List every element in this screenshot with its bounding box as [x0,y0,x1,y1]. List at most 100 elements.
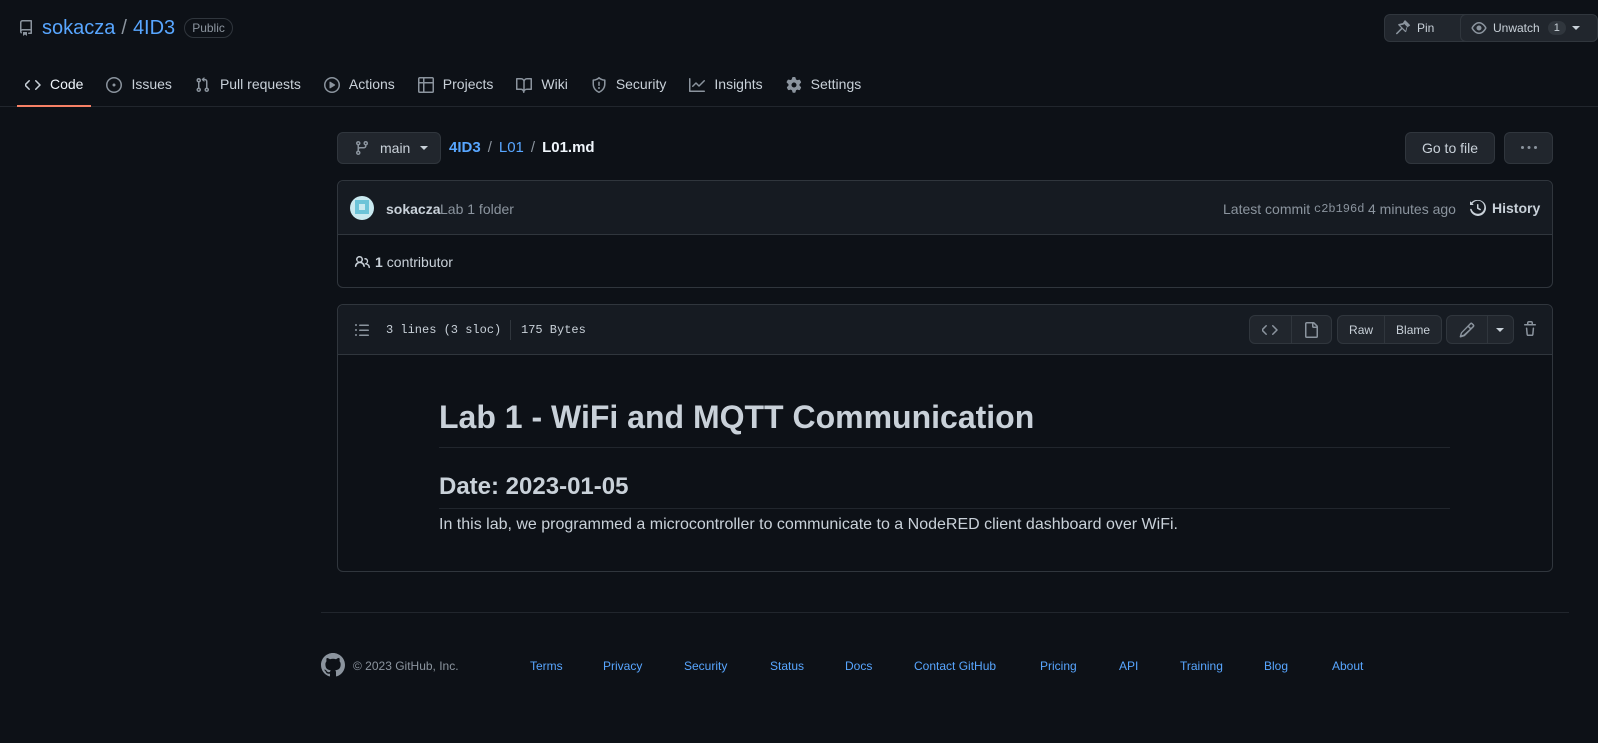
visibility-badge: Public [184,18,233,38]
commit-header: sokacza Lab 1 folder Latest commit c2b19… [338,181,1552,235]
more-options-button[interactable] [1504,132,1553,164]
footer-divider [321,612,1569,613]
tab-issues-label: Issues [131,76,172,92]
markdown-heading-1: Lab 1 - WiFi and MQTT Communication [439,397,1450,448]
file-size: 175 Bytes [521,323,586,337]
play-icon [323,76,349,93]
tab-security[interactable]: Security [583,68,675,107]
breadcrumb: 4ID3 / L01 / L01.md [449,139,595,156]
tab-projects-label: Projects [442,76,494,92]
breadcrumb-file: L01.md [542,139,595,156]
edit-button[interactable] [1447,316,1487,343]
chevron-down-icon [1496,327,1505,332]
repo-name-link[interactable]: 4ID3 [133,17,175,40]
people-icon [354,254,375,270]
list-unordered-icon[interactable] [354,322,370,338]
contributors-count: 1 [375,254,383,270]
breadcrumb-root[interactable]: 4ID3 [449,139,481,156]
shield-icon [591,76,616,93]
history-link[interactable]: History [1470,200,1540,216]
contributors-label: contributor [386,254,453,270]
go-to-file-button[interactable]: Go to file [1405,132,1495,164]
repo-nav: Code Issues Pull requests Actions Projec… [17,68,876,107]
preview-button[interactable] [1290,316,1332,343]
latest-commit-label: Latest commit [1223,201,1311,217]
footer-link-api[interactable]: API [1119,659,1138,673]
commit-sha[interactable]: c2b196d [1314,202,1364,216]
footer-link-docs[interactable]: Docs [845,659,872,673]
tab-actions-label: Actions [348,76,395,92]
code-view-button[interactable] [1250,316,1291,343]
divider [510,320,511,340]
graph-icon [689,76,714,93]
footer-link-about[interactable]: About [1332,659,1363,673]
kebab-horizontal-icon [1520,140,1537,156]
blame-button[interactable]: Blame [1384,316,1441,343]
pin-label: Pin [1417,21,1435,35]
file-lines: 3 lines (3 sloc) [386,323,502,337]
tab-actions[interactable]: Actions [316,68,403,107]
footer-link-terms[interactable]: Terms [530,659,563,673]
tab-code-label: Code [50,76,84,92]
tab-pull-requests-label: Pull requests [219,76,301,92]
file-header: 3 lines (3 sloc) 175 Bytes Raw Blame [338,305,1552,355]
footer-link-status[interactable]: Status [770,659,804,673]
footer-link-blog[interactable]: Blog [1264,659,1288,673]
trash-icon[interactable] [1522,321,1538,337]
tab-settings-label: Settings [810,76,862,92]
markdown-body: Lab 1 - WiFi and MQTT Communication Date… [439,397,1450,536]
commit-time: 4 minutes ago [1368,201,1456,217]
history-label: History [1492,200,1541,216]
file-icon [1305,321,1319,338]
unwatch-label: Unwatch [1493,21,1540,35]
history-icon [1470,200,1492,216]
branch-selector[interactable]: main [337,132,441,164]
markdown-paragraph: In this lab, we programmed a microcontro… [439,516,1178,533]
branch-name: main [380,140,411,156]
file-box: 3 lines (3 sloc) 175 Bytes Raw Blame Lab… [337,304,1553,572]
unwatch-button[interactable]: Unwatch 1 [1460,14,1598,42]
footer-link-contact[interactable]: Contact GitHub [914,659,996,673]
code-icon [1262,324,1278,335]
raw-button[interactable]: Raw [1338,316,1384,343]
chevron-down-icon [1571,26,1580,30]
footer-link-security[interactable]: Security [684,659,727,673]
breadcrumb-folder[interactable]: L01 [499,139,524,156]
code-icon [25,76,50,93]
footer-copyright: © 2023 GitHub, Inc. [353,659,459,673]
tab-pull-requests[interactable]: Pull requests [187,68,309,107]
repo-slash: / [121,16,127,39]
contributors[interactable]: 1 contributor [354,254,453,270]
pull-request-icon [195,76,220,93]
book-icon [516,76,541,93]
footer-link-training[interactable]: Training [1180,659,1223,673]
breadcrumb-separator: / [530,139,536,156]
pencil-icon [1459,322,1475,337]
latest-commit-box: sokacza Lab 1 folder Latest commit c2b19… [337,180,1553,288]
repo-owner-link[interactable]: sokacza [42,17,115,40]
commit-author[interactable]: sokacza [386,201,440,217]
view-toggle [1249,315,1332,344]
github-logo-icon[interactable] [321,653,345,677]
edit-group [1446,315,1514,344]
footer-link-privacy[interactable]: Privacy [603,659,642,673]
tab-insights[interactable]: Insights [681,68,770,107]
markdown-heading-2: Date: 2023-01-05 [439,472,1450,509]
issue-icon [106,76,131,93]
tab-projects[interactable]: Projects [410,68,502,107]
tab-security-label: Security [615,76,667,92]
tab-wiki[interactable]: Wiki [508,68,575,107]
tab-wiki-label: Wiki [541,76,568,92]
footer-link-pricing[interactable]: Pricing [1040,659,1077,673]
table-icon [417,76,443,93]
tab-insights-label: Insights [714,76,763,92]
tab-issues[interactable]: Issues [98,68,179,107]
raw-blame-group: Raw Blame [1337,315,1442,344]
watch-counter: 1 [1547,21,1566,35]
avatar[interactable] [350,196,374,220]
breadcrumb-separator: / [487,139,492,156]
edit-dropdown[interactable] [1486,316,1513,343]
tab-code[interactable]: Code [17,68,92,107]
tab-settings[interactable]: Settings [778,68,870,107]
commit-message[interactable]: Lab 1 folder [440,201,514,217]
